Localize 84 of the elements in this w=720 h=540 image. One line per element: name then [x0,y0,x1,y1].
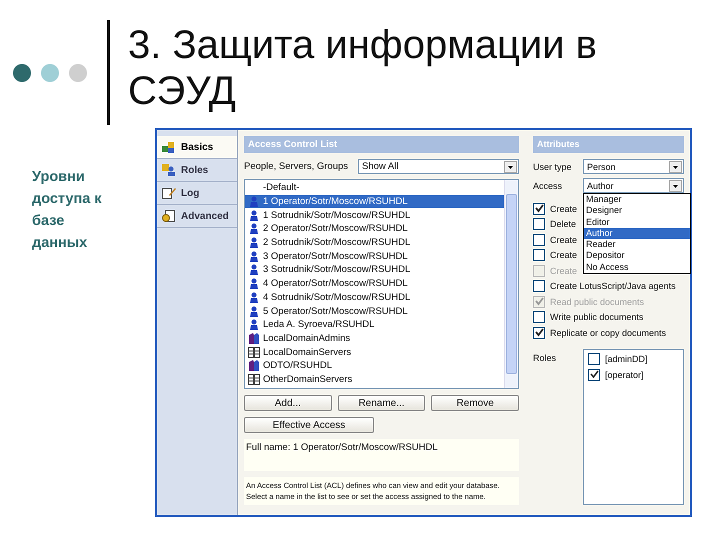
dropdown-option[interactable]: Editor [584,216,690,228]
effective-access-button[interactable]: Effective Access [244,417,374,433]
tab[interactable]: Basics [157,136,237,159]
field-label: People, Servers, Groups [244,161,348,172]
checkbox[interactable] [588,353,600,366]
checkbox[interactable] [533,280,545,292]
dropdown-option[interactable]: No Access [584,262,690,274]
scrollbar[interactable] [504,180,518,388]
person-icon [249,196,259,208]
checkbox[interactable] [533,311,545,324]
list-item[interactable]: 5 Operator/Sotr/Moscow/RSUHDL [245,304,504,318]
checkbox-label: Create [550,234,578,245]
person-icon [249,319,259,330]
list-item[interactable]: 3 Operator/Sotr/Moscow/RSUHDL [245,249,504,264]
server-icon [248,346,260,358]
section-header: Attributes [533,136,684,153]
list-item[interactable]: 1 Operator/Sotr/Moscow/RSUHDL [245,194,504,208]
action-button[interactable]: Rename... [338,395,426,411]
person-icon [249,306,259,317]
tab[interactable]: Advanced [157,205,237,228]
list-item[interactable]: 4 Operator/Sotr/Moscow/RSUHDL [245,276,504,290]
list-item[interactable]: Leda A. Syroeva/RSUHDL [245,318,504,332]
checkbox[interactable] [533,249,545,262]
filter-dropdown[interactable]: Show All [358,159,519,174]
role-label: [operator] [605,370,644,380]
person-icon [249,237,259,248]
list-item[interactable]: 2 Sotrudnik/Sotr/Moscow/RSUHDL [245,236,504,250]
person-icon [249,223,259,234]
checkbox[interactable] [533,326,545,339]
dropdown-option[interactable]: Manager [584,194,690,206]
full-name-text: Full name: 1 Operator/Sotr/Moscow/RSUHDL [244,439,519,471]
section-header: Access Control List [244,136,519,153]
person-icon [249,210,259,221]
list-item[interactable]: 1 Sotrudnik/Sotr/Moscow/RSUHDL [245,208,504,222]
field-label: User type [533,162,573,172]
group-icon [248,360,260,372]
list-item[interactable]: -Default- [245,181,504,195]
document-pencil-icon [161,186,177,200]
tab[interactable]: Log [157,182,237,205]
user-type-dropdown[interactable]: Person [583,159,684,174]
field-label: Roles [533,352,558,362]
document-gear-icon [161,209,177,223]
checkbox-label: Create [550,250,578,260]
list-item[interactable]: 4 Sotrudnik/Sotr/Moscow/RSUHDL [245,290,504,304]
checkbox-label: Create [550,204,578,214]
side-caption: Уровни доступа к базе данных [32,168,103,253]
list-item[interactable]: ODTO/RSUHDL [245,358,504,373]
decorative-dot [13,64,31,82]
dropdown-option[interactable]: Reader [584,239,690,250]
checkbox-label: Delete [550,219,576,230]
field-label: Access [533,180,564,190]
checkbox[interactable] [533,218,545,230]
access-dropdown[interactable]: Author [583,178,684,193]
list-item[interactable]: LocalDomainServers [245,345,504,359]
person-icon [249,278,259,290]
decorative-dot [69,64,87,82]
checkbox-label: Read public documents [550,296,644,307]
person-icon [249,264,259,276]
action-button[interactable]: Add... [244,395,332,411]
people-icon [161,163,177,177]
tab[interactable]: Roles [157,159,237,182]
action-button[interactable]: Remove [431,395,520,411]
checkbox[interactable] [533,202,545,215]
checkbox-label: Replicate or copy documents [550,328,666,338]
list-item[interactable]: 3 Sotrudnik/Sotr/Moscow/RSUHDL [245,263,504,277]
list-item[interactable]: OtherDomainServers [245,372,504,386]
checkbox-label: Create [550,266,578,276]
dropdown-option[interactable]: Depositor [584,250,690,262]
checkbox-label: Write public documents [550,312,644,322]
slide-title: 3. Защита информации в СЭУД [128,22,598,114]
person-icon [249,250,259,262]
list-item[interactable]: 2 Operator/Sotr/Moscow/RSUHDL [245,222,504,236]
server-icon [248,374,260,385]
person-icon [249,292,259,303]
checkbox[interactable] [533,234,545,246]
group-icon [248,332,260,344]
list-item[interactable]: LocalDomainAdmins [245,332,504,346]
blocks-icon [161,140,177,154]
role-label: [adminDD] [605,354,648,364]
dropdown-option[interactable]: Designer [584,205,690,217]
checkbox-label: Create LotusScript/Java agents [550,281,676,292]
dropdown-option[interactable]: Author [584,228,690,240]
decorative-dot [41,64,59,82]
checkbox[interactable] [588,368,600,381]
